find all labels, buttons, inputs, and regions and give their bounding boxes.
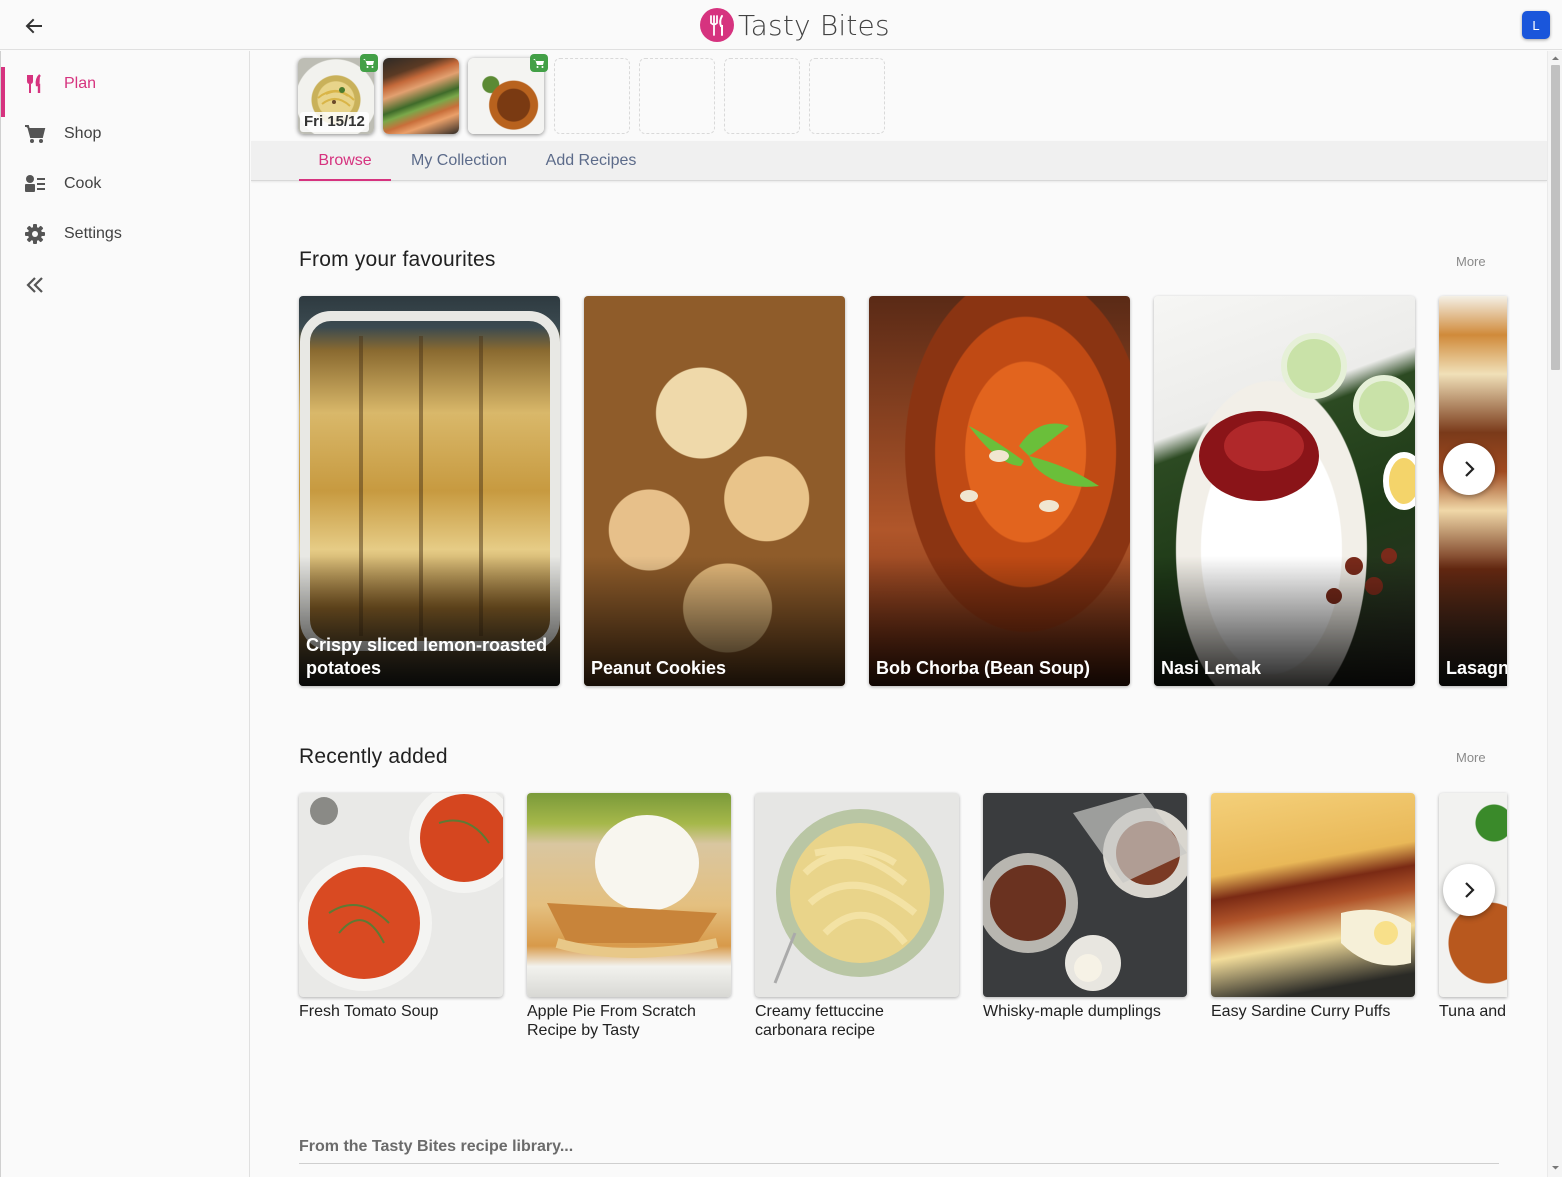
favourites-more-link[interactable]: More	[1456, 254, 1486, 269]
cook-icon	[23, 172, 47, 196]
plan-slot-empty[interactable]	[809, 58, 885, 134]
recipe-title: Bob Chorba (Bean Soup)	[876, 658, 1090, 678]
back-button[interactable]	[20, 12, 48, 40]
recipe-photo	[1211, 793, 1415, 997]
sidebar-item-plan[interactable]: Plan	[1, 59, 250, 117]
section-title-favourites: From your favourites	[299, 248, 496, 271]
cutlery-icon	[23, 72, 47, 96]
favourites-scroll-next-button[interactable]	[1443, 443, 1495, 495]
brand-name: Tasty Bites	[738, 8, 890, 42]
plan-slot[interactable]: Fri 15/12	[298, 54, 378, 134]
recipe-photo	[983, 793, 1187, 997]
recipe-title: Nasi Lemak	[1161, 658, 1262, 678]
plan-slot-empty[interactable]	[554, 58, 630, 134]
scroll-down-arrow-icon[interactable]	[1551, 1163, 1560, 1172]
chevron-right-icon	[1465, 882, 1475, 898]
recipe-card[interactable]: Fresh Tomato Soup	[299, 793, 503, 1021]
recipe-card[interactable]: Peanut Cookies	[584, 296, 845, 686]
tab-bar: Browse My Collection Add Recipes	[251, 141, 1547, 181]
section-title-recently-added: Recently added	[299, 745, 448, 768]
recipe-card[interactable]: Whisky-maple dumplings	[983, 793, 1187, 1021]
recipe-title: Easy Sardine Curry Puffs	[1211, 1003, 1391, 1020]
recipe-title: Peanut Cookies	[591, 658, 727, 678]
cart-icon	[533, 59, 544, 68]
sidebar-item-label: Settings	[64, 225, 122, 242]
plan-slot-empty[interactable]	[724, 58, 800, 134]
recent-scroll-next-button[interactable]	[1443, 864, 1495, 916]
sidebar-item-label: Plan	[64, 75, 97, 92]
recipe-title: Creamy fettuccine carbonara recipe	[755, 1003, 884, 1039]
sidebar-item-shop[interactable]: Shop	[1, 109, 250, 159]
meal-planner-strip: Fri 15/12	[251, 51, 1547, 141]
arrow-left-icon	[25, 18, 42, 34]
brand-logo-icon	[700, 8, 734, 42]
plan-slot[interactable]	[383, 58, 459, 134]
recent-more-link[interactable]: More	[1456, 750, 1486, 765]
gear-icon	[23, 222, 47, 246]
tab-add-recipes[interactable]: Add Recipes	[537, 141, 645, 181]
library-section-label: From the Tasty Bites recipe library...	[299, 1138, 574, 1155]
recipe-card[interactable]: Nasi Lemak	[1154, 296, 1415, 686]
recipe-title: Whisky-maple dumplings	[983, 1003, 1161, 1020]
brand[interactable]: Tasty Bites	[700, 6, 890, 44]
recipe-title: Crispy sliced lemon-roasted potatoes	[306, 635, 548, 678]
plan-slot-empty[interactable]	[639, 58, 715, 134]
recipe-title: Lasagn	[1446, 658, 1507, 678]
recipe-card[interactable]: Crispy sliced lemon-roasted potatoes	[299, 296, 560, 686]
in-cart-badge	[530, 54, 548, 72]
recipe-photo	[755, 793, 959, 997]
sidebar: Plan Shop Cook Settings	[0, 51, 250, 1177]
recipe-card[interactable]: Apple Pie From Scratch Recipe by Tasty	[527, 793, 731, 1040]
tab-my-collection[interactable]: My Collection	[401, 141, 517, 181]
chevron-right-icon	[1465, 461, 1475, 477]
main-content: Fri 15/12 Browse My Collection Add Recip…	[251, 51, 1547, 1177]
recipe-photo	[527, 793, 731, 997]
tab-browse[interactable]: Browse	[299, 141, 391, 181]
scroll-up-arrow-icon[interactable]	[1551, 54, 1560, 63]
plan-slot[interactable]	[468, 54, 548, 134]
recipe-card[interactable]: Easy Sardine Curry Puffs	[1211, 793, 1415, 1021]
cart-icon	[23, 122, 47, 146]
recipe-title: Apple Pie From Scratch Recipe by Tasty	[527, 1003, 696, 1039]
sidebar-item-settings[interactable]: Settings	[1, 209, 250, 259]
top-bar: Tasty Bites L	[0, 0, 1562, 50]
scrollbar-thumb[interactable]	[1551, 65, 1560, 370]
divider	[299, 1163, 1499, 1164]
vertical-scrollbar[interactable]	[1547, 51, 1562, 1177]
recipe-title: Fresh Tomato Soup	[299, 1003, 439, 1020]
plan-date-label: Fri 15/12	[300, 112, 369, 132]
sidebar-item-cook[interactable]: Cook	[1, 159, 250, 209]
cart-icon	[363, 59, 374, 68]
avatar[interactable]: L	[1522, 11, 1550, 39]
sidebar-item-label: Shop	[64, 125, 102, 142]
recipe-photo	[299, 793, 503, 997]
sidebar-item-label: Cook	[64, 175, 102, 192]
in-cart-badge	[360, 54, 378, 72]
recipe-card[interactable]: Bob Chorba (Bean Soup)	[869, 296, 1130, 686]
recipe-title: Tuna and	[1439, 1003, 1507, 1020]
recipe-card[interactable]: Creamy fettuccine carbonara recipe	[755, 793, 959, 1040]
collapse-sidebar-button[interactable]	[23, 273, 47, 297]
double-chevron-left-icon	[26, 277, 43, 293]
